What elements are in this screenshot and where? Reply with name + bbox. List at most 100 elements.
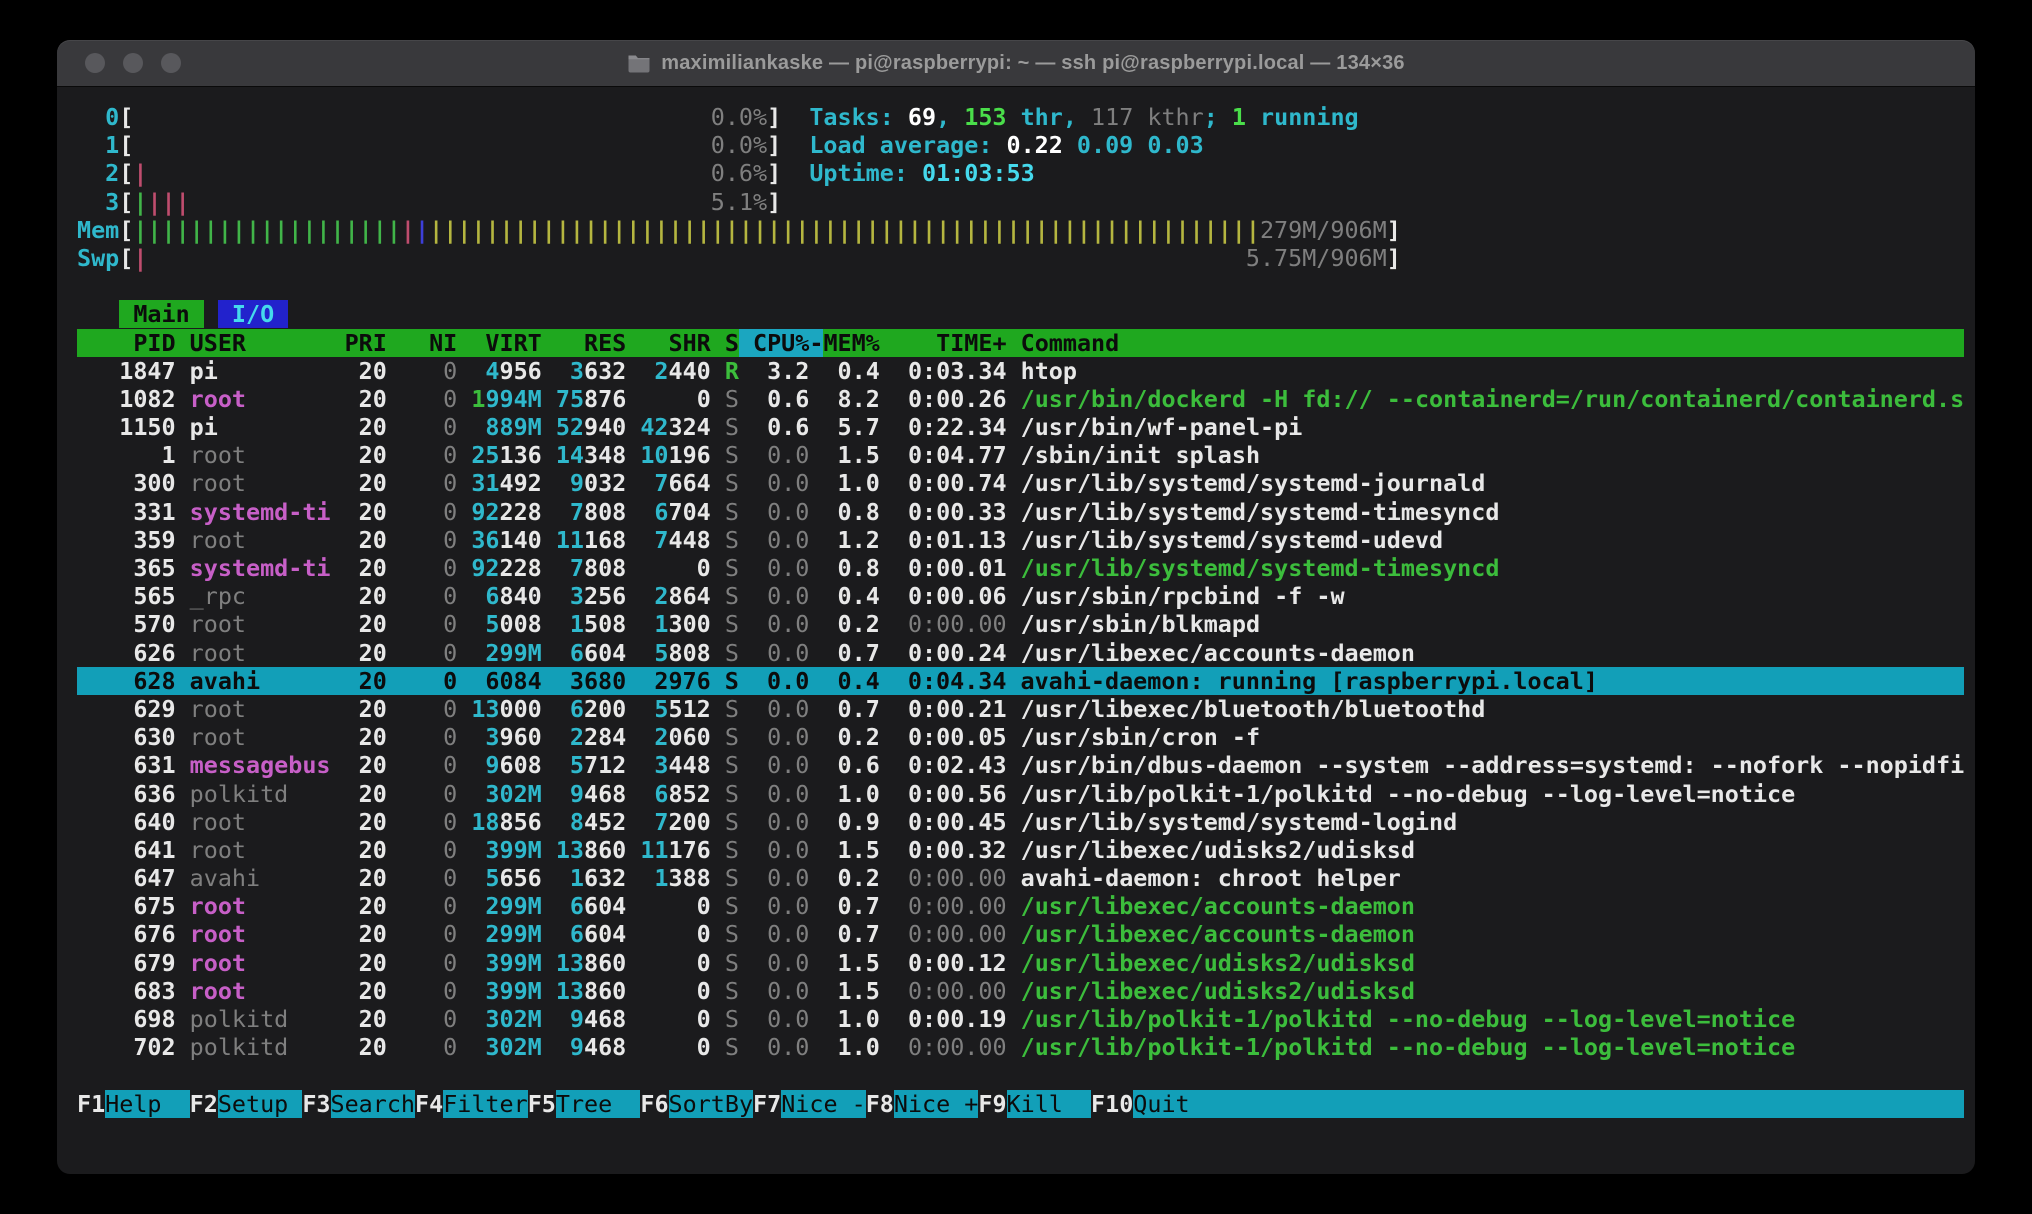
- fnkey-tree[interactable]: F5Tree: [528, 1090, 641, 1118]
- process-row-331[interactable]: 331 systemd-ti 20 0 92228 7808 6704 S 0.…: [77, 498, 1964, 526]
- tab-main[interactable]: Main: [119, 300, 204, 328]
- zoom-button[interactable]: [161, 53, 181, 73]
- process-mem: 5.7: [823, 413, 879, 441]
- process-ni: 0: [387, 977, 457, 1005]
- process-pid: 675: [77, 892, 190, 920]
- process-ni: 0: [387, 1033, 457, 1061]
- process-command: /usr/bin/dockerd -H fd:// --containerd=/…: [1007, 385, 1965, 413]
- column-header-mem[interactable]: MEM%: [823, 329, 879, 357]
- fnkey-filter[interactable]: F4Filter: [415, 1090, 528, 1118]
- column-header-state[interactable]: S: [711, 329, 739, 357]
- process-ni: 0: [387, 610, 457, 638]
- fnkey-nice[interactable]: F8Nice +: [866, 1090, 979, 1118]
- process-time: 0:00.74: [880, 469, 1007, 497]
- close-button[interactable]: [85, 53, 105, 73]
- process-user: root: [190, 469, 331, 497]
- minimize-button[interactable]: [123, 53, 143, 73]
- process-row-359[interactable]: 359 root 20 0 36140 11168 7448 S 0.0 1.2…: [77, 526, 1964, 554]
- column-header-ni[interactable]: NI: [387, 329, 457, 357]
- process-row-683[interactable]: 683 root 20 0 399M 13860 0 S 0.0 1.5 0:0…: [77, 977, 1964, 1005]
- process-command: /usr/libexec/accounts-daemon: [1007, 892, 1415, 920]
- process-row-631[interactable]: 631 messagebus 20 0 9608 5712 3448 S 0.0…: [77, 751, 1964, 779]
- process-command: htop: [1007, 357, 1077, 385]
- process-mem: 0.7: [823, 892, 879, 920]
- process-pri: 20: [331, 610, 387, 638]
- process-row-628[interactable]: 628 avahi 20 0 6084 3680 2976 S 0.0 0.4 …: [77, 667, 1964, 695]
- process-row-1082[interactable]: 1082 root 20 0 1994M 75876 0 S 0.6 8.2 0…: [77, 385, 1964, 413]
- column-header-cpu[interactable]: CPU%-: [739, 329, 824, 357]
- process-pri: 20: [331, 864, 387, 892]
- column-header-time[interactable]: TIME+: [880, 329, 1007, 357]
- fnkey-help[interactable]: F1Help: [77, 1090, 190, 1118]
- process-row-1847[interactable]: 1847 pi 20 0 4956 3632 2440 R 3.2 0.4 0:…: [77, 357, 1964, 385]
- process-row-636[interactable]: 636 polkitd 20 0 302M 9468 6852 S 0.0 1.…: [77, 780, 1964, 808]
- process-pid: 1847: [77, 357, 190, 385]
- process-mem: 0.4: [823, 357, 879, 385]
- process-mem: 0.7: [823, 920, 879, 948]
- process-row-300[interactable]: 300 root 20 0 31492 9032 7664 S 0.0 1.0 …: [77, 469, 1964, 497]
- process-pid: 647: [77, 864, 190, 892]
- process-row-570[interactable]: 570 root 20 0 5008 1508 1300 S 0.0 0.2 0…: [77, 610, 1964, 638]
- process-mem: 0.2: [823, 723, 879, 751]
- column-header-user[interactable]: USER: [190, 329, 331, 357]
- process-row-640[interactable]: 640 root 20 0 18856 8452 7200 S 0.0 0.9 …: [77, 808, 1964, 836]
- process-row-702[interactable]: 702 polkitd 20 0 302M 9468 0 S 0.0 1.0 0…: [77, 1033, 1964, 1061]
- f6-key-label: F6: [640, 1090, 668, 1118]
- column-header-command[interactable]: Command: [1007, 329, 1120, 357]
- process-pid: 300: [77, 469, 190, 497]
- fnkey-quit[interactable]: F10Quit: [1091, 1090, 1218, 1118]
- process-state: S: [711, 751, 739, 779]
- column-header-res[interactable]: RES: [542, 329, 627, 357]
- process-command: /usr/libexec/accounts-daemon: [1007, 920, 1415, 948]
- memory-meter: Mem[||||||||||||||||||||||||||||||||||||…: [77, 216, 1964, 244]
- process-row-698[interactable]: 698 polkitd 20 0 302M 9468 0 S 0.0 1.0 0…: [77, 1005, 1964, 1033]
- process-row-565[interactable]: 565 _rpc 20 0 6840 3256 2864 S 0.0 0.4 0…: [77, 582, 1964, 610]
- process-row-626[interactable]: 626 root 20 0 299M 6604 5808 S 0.0 0.7 0…: [77, 639, 1964, 667]
- process-command: /sbin/init splash: [1007, 441, 1260, 469]
- process-row-679[interactable]: 679 root 20 0 399M 13860 0 S 0.0 1.5 0:0…: [77, 949, 1964, 977]
- process-row-630[interactable]: 630 root 20 0 3960 2284 2060 S 0.0 0.2 0…: [77, 723, 1964, 751]
- swap-meter: Swp[| 5.75M/906M]: [77, 244, 1964, 272]
- fnkey-setup[interactable]: F2Setup: [190, 1090, 303, 1118]
- process-mem: 1.0: [823, 780, 879, 808]
- fnkey-nice[interactable]: F7Nice -: [753, 1090, 866, 1118]
- process-user: root: [190, 920, 331, 948]
- process-row-629[interactable]: 629 root 20 0 13000 6200 5512 S 0.0 0.7 …: [77, 695, 1964, 723]
- process-ni: 0: [387, 949, 457, 977]
- process-user: messagebus: [190, 751, 331, 779]
- process-mem: 0.6: [823, 751, 879, 779]
- process-state: S: [711, 808, 739, 836]
- fnkey-kill[interactable]: F9Kill: [978, 1090, 1091, 1118]
- fnkey-search[interactable]: F3Search: [302, 1090, 415, 1118]
- process-row-676[interactable]: 676 root 20 0 299M 6604 0 S 0.0 0.7 0:00…: [77, 920, 1964, 948]
- process-state: S: [711, 977, 739, 1005]
- cpu-meter-3: 3[|||| 5.1%]: [77, 188, 1964, 216]
- cpu-meter-value: 5.1%: [711, 188, 767, 216]
- process-cpu: 0.0: [739, 751, 809, 779]
- process-pri: 20: [331, 836, 387, 864]
- process-ni: 0: [387, 413, 457, 441]
- process-pid: 365: [77, 554, 190, 582]
- process-table-header[interactable]: PID USER PRI NI VIRT RES SHR S CPU%-MEM%…: [77, 329, 1964, 357]
- process-user: root: [190, 949, 331, 977]
- load-average: Load average: 0.22 0.09 0.03: [809, 131, 1203, 159]
- f10-key-label: F10: [1091, 1090, 1133, 1118]
- tab-io[interactable]: I/O: [218, 300, 288, 328]
- cpu-meter-label: 2: [77, 159, 119, 187]
- column-header-pri[interactable]: PRI: [331, 329, 387, 357]
- process-mem: 0.2: [823, 610, 879, 638]
- function-key-bar: F1Help F2Setup F3SearchF4FilterF5Tree F6…: [77, 1090, 1964, 1118]
- process-time: 0:00.24: [880, 639, 1007, 667]
- column-header-shr[interactable]: SHR: [626, 329, 711, 357]
- process-ni: 0: [387, 441, 457, 469]
- process-row-1[interactable]: 1 root 20 0 25136 14348 10196 S 0.0 1.5 …: [77, 441, 1964, 469]
- process-row-675[interactable]: 675 root 20 0 299M 6604 0 S 0.0 0.7 0:00…: [77, 892, 1964, 920]
- process-row-647[interactable]: 647 avahi 20 0 5656 1632 1388 S 0.0 0.2 …: [77, 864, 1964, 892]
- process-row-1150[interactable]: 1150 pi 20 0 889M 52940 42324 S 0.6 5.7 …: [77, 413, 1964, 441]
- process-row-641[interactable]: 641 root 20 0 399M 13860 11176 S 0.0 1.5…: [77, 836, 1964, 864]
- process-cpu: 0.0: [739, 639, 809, 667]
- process-row-365[interactable]: 365 systemd-ti 20 0 92228 7808 0 S 0.0 0…: [77, 554, 1964, 582]
- column-header-pid[interactable]: PID: [77, 329, 190, 357]
- fnkey-sortby[interactable]: F6SortBy: [640, 1090, 753, 1118]
- column-header-virt[interactable]: VIRT: [457, 329, 542, 357]
